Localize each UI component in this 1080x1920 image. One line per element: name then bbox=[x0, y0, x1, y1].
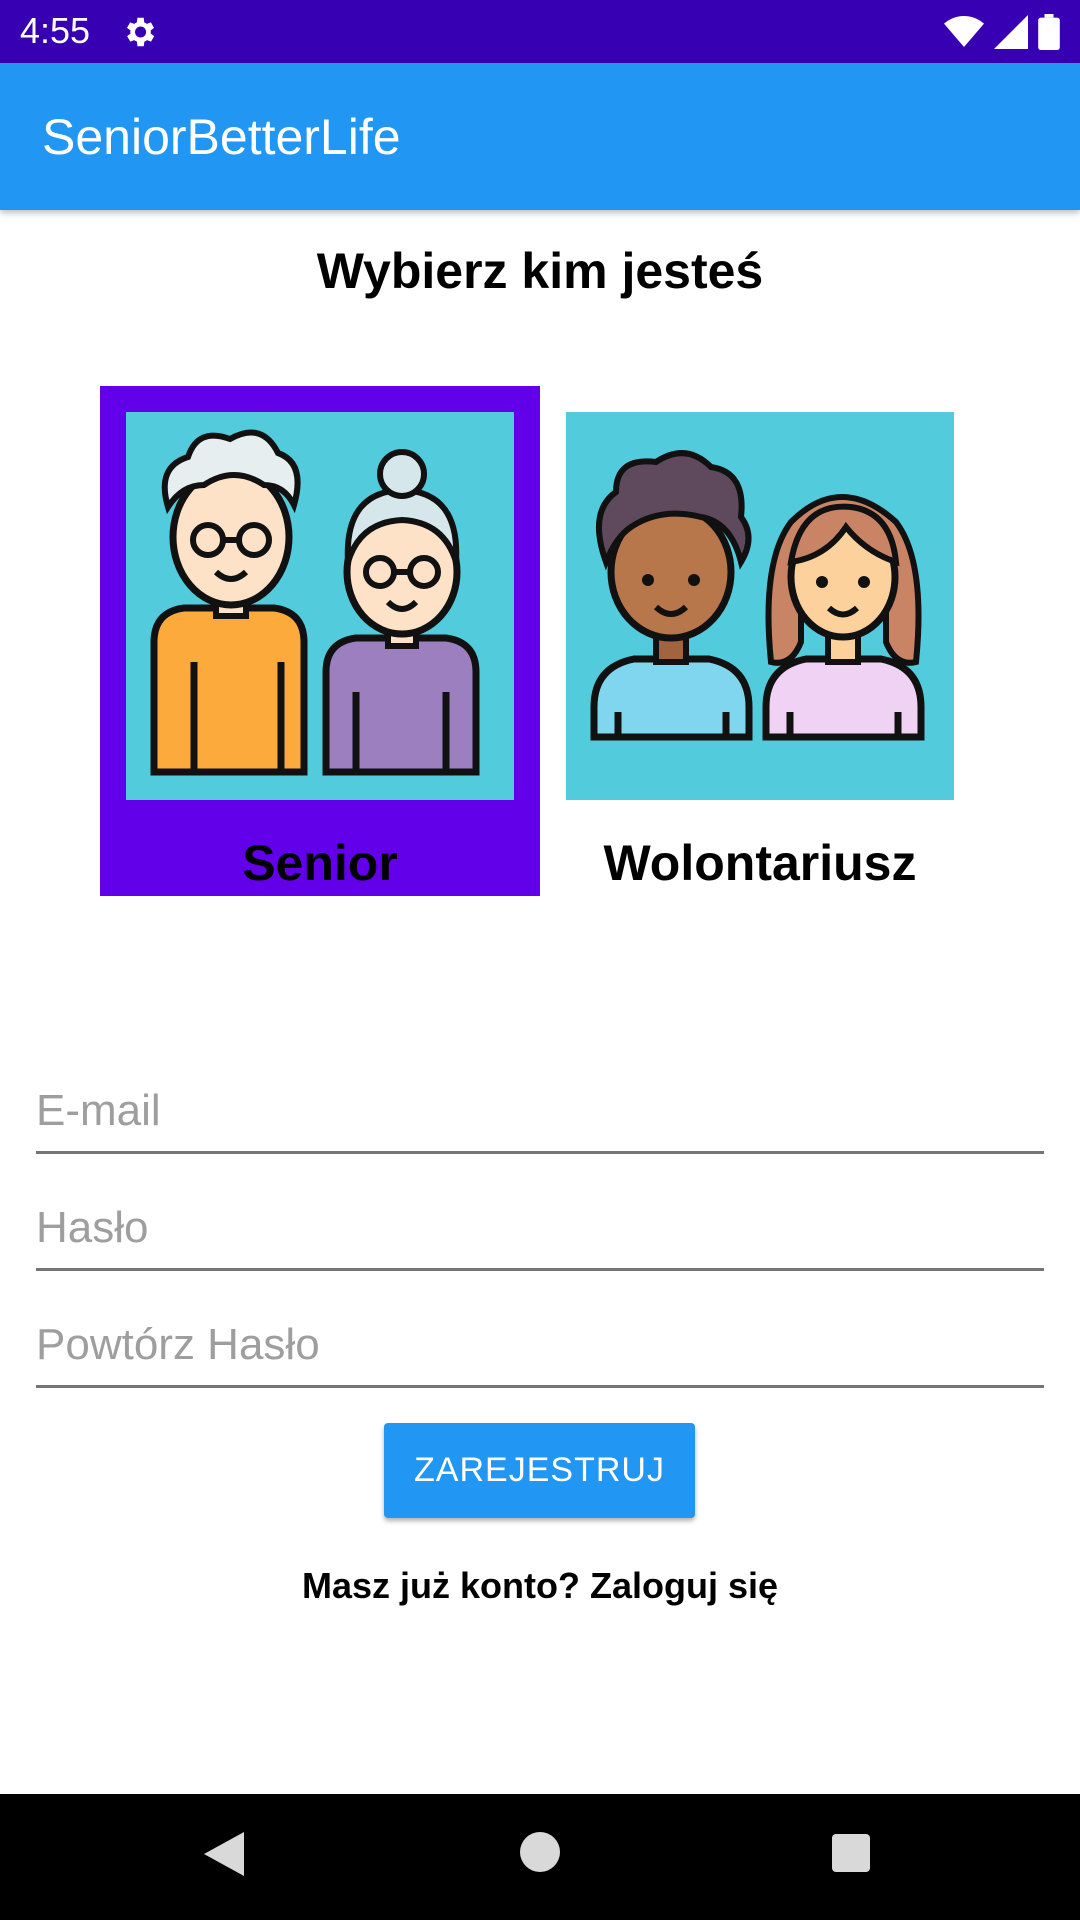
seniors-illustration-icon bbox=[150, 429, 480, 776]
volunteers-illustration-icon bbox=[590, 450, 925, 741]
email-field[interactable] bbox=[36, 1071, 1044, 1151]
back-icon[interactable] bbox=[204, 1832, 244, 1876]
role-label-senior: Senior bbox=[242, 835, 398, 891]
navigation-bar bbox=[0, 1794, 1080, 1920]
status-bar: 4:55 bbox=[0, 0, 1080, 63]
page-heading: Wybierz kim jesteś bbox=[316, 243, 764, 299]
senior-image bbox=[126, 412, 514, 800]
password-field-container bbox=[36, 1188, 1044, 1271]
wifi-icon bbox=[944, 16, 984, 47]
role-label-volunteer: Wolontariusz bbox=[603, 835, 917, 891]
volunteer-image bbox=[566, 412, 954, 800]
role-card-senior[interactable]: Senior bbox=[100, 386, 540, 896]
password-field[interactable] bbox=[36, 1188, 1044, 1268]
register-button[interactable]: ZAREJESTRUJ bbox=[384, 1423, 695, 1518]
status-icons bbox=[944, 12, 1060, 52]
login-link[interactable]: Masz już konto? Zaloguj się bbox=[0, 1565, 1080, 1607]
signal-icon bbox=[994, 15, 1028, 49]
home-icon[interactable] bbox=[520, 1832, 560, 1872]
email-field-container bbox=[36, 1071, 1044, 1154]
app-bar: SeniorBetterLife bbox=[0, 63, 1080, 210]
repeat-password-field-container bbox=[36, 1305, 1044, 1388]
settings-gear-icon bbox=[126, 17, 155, 47]
repeat-password-field[interactable] bbox=[36, 1305, 1044, 1385]
battery-icon bbox=[1038, 14, 1060, 50]
app-title: SeniorBetterLife bbox=[42, 109, 401, 165]
recent-apps-icon[interactable] bbox=[832, 1834, 870, 1872]
role-card-volunteer[interactable]: Wolontariusz bbox=[540, 386, 980, 896]
status-time: 4:55 bbox=[20, 10, 91, 51]
